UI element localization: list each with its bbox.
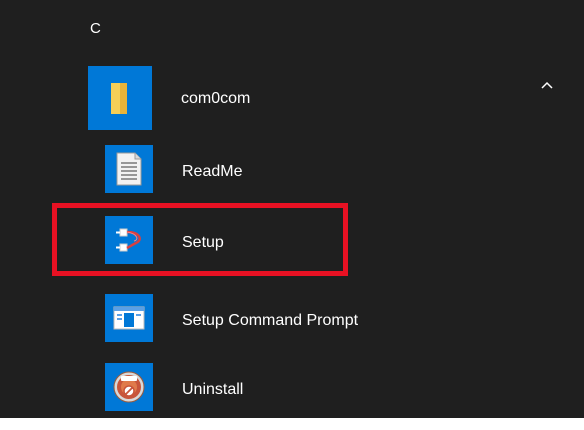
chevron-up-icon[interactable] bbox=[540, 78, 554, 92]
start-menu-app-list: C com0com ReadMe Setup Setup Command Pro… bbox=[0, 0, 584, 418]
document-icon bbox=[116, 152, 142, 186]
command-prompt-icon bbox=[113, 306, 145, 330]
folder-label: com0com bbox=[181, 90, 251, 107]
list-item-setup-command-prompt[interactable]: Setup Command Prompt bbox=[0, 294, 584, 346]
uninstall-disc-icon bbox=[113, 371, 145, 403]
folder-tile bbox=[88, 66, 152, 130]
highlight-box bbox=[52, 203, 348, 276]
section-letter-header[interactable]: C bbox=[90, 20, 101, 37]
list-item-label: Uninstall bbox=[182, 381, 244, 398]
folder-row-com0com[interactable]: com0com bbox=[0, 66, 584, 130]
list-item-uninstall[interactable]: Uninstall bbox=[0, 363, 584, 415]
list-item-label: Setup Command Prompt bbox=[182, 312, 359, 329]
uninstall-tile bbox=[105, 363, 153, 411]
setup-command-prompt-tile bbox=[105, 294, 153, 342]
list-item-label: ReadMe bbox=[182, 163, 243, 180]
readme-tile bbox=[105, 145, 153, 193]
list-item-readme[interactable]: ReadMe bbox=[0, 145, 584, 197]
folder-icon bbox=[111, 83, 127, 114]
